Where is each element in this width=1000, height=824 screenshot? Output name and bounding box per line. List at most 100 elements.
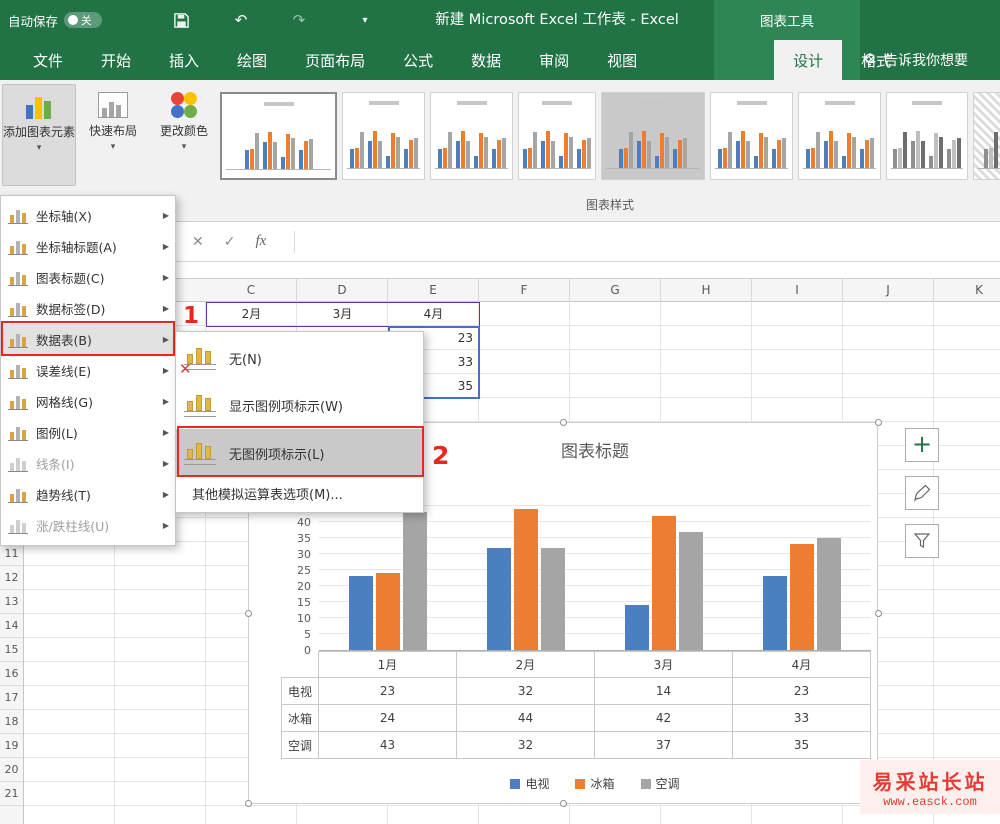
chart-handle-bottom-left[interactable] xyxy=(245,800,252,807)
submenu-item-more-data-table-options[interactable]: 其他模拟运算表选项(M)... xyxy=(176,477,423,509)
row-header-21[interactable]: 21 xyxy=(0,782,23,806)
menu-item-axis-titles[interactable]: 坐标轴标题(A) ▶ xyxy=(1,231,175,262)
menu-item-lines[interactable]: 线条(I) ▶ xyxy=(1,448,175,479)
chart-style-thumb-1[interactable] xyxy=(220,92,337,180)
quick-layout-label: 快速布局 xyxy=(88,124,137,138)
quick-layout-button[interactable]: 快速布局 ▾ xyxy=(78,84,148,186)
thumb-mini-bar xyxy=(637,141,641,168)
tab-home[interactable]: 开始 xyxy=(82,40,150,80)
submenu-item-no-legend-keys[interactable]: 无图例项标示(L) xyxy=(176,429,423,477)
menu-item-gridlines[interactable]: 网格线(G) ▶ xyxy=(1,386,175,417)
thumb-title-line xyxy=(638,101,668,105)
change-colors-button[interactable]: 更改颜色 ▾ xyxy=(152,84,216,186)
thumb-mini-bar xyxy=(864,140,869,168)
thumb-mini-bar xyxy=(665,137,669,168)
save-button[interactable] xyxy=(166,0,196,40)
thumb-mini-bar xyxy=(483,137,488,168)
tell-me[interactable]: 告诉我你想要 xyxy=(862,40,1000,80)
column-header-F[interactable]: F xyxy=(479,279,570,302)
chart-styles-button[interactable] xyxy=(905,476,939,510)
submenu-item-with-legend-keys[interactable]: 显示图例项标示(W) xyxy=(176,381,423,429)
column-header-C[interactable]: C xyxy=(206,279,297,302)
row-header-17[interactable]: 17 xyxy=(0,686,23,710)
chart-style-thumb-7[interactable] xyxy=(798,92,881,180)
chart-style-thumb-4[interactable] xyxy=(518,92,596,180)
tab-view[interactable]: 视图 xyxy=(588,40,656,80)
column-header-D[interactable]: D xyxy=(297,279,388,302)
menu-item-trendline[interactable]: 趋势线(T) ▶ xyxy=(1,479,175,510)
column-header-J[interactable]: J xyxy=(843,279,934,302)
quick-layout-icon xyxy=(98,92,128,118)
chart-elements-button[interactable]: + xyxy=(905,428,939,462)
menu-item-legend[interactable]: 图例(L) ▶ xyxy=(1,417,175,448)
row-header-20[interactable]: 20 xyxy=(0,758,23,782)
row-header-13[interactable]: 13 xyxy=(0,590,23,614)
formula-input[interactable] xyxy=(305,222,1000,261)
insert-function-icon[interactable]: fx xyxy=(255,233,266,250)
submenu-arrow-icon: ▶ xyxy=(162,490,169,499)
chart-style-thumb-8[interactable] xyxy=(886,92,968,180)
data-table-value: 23 xyxy=(733,678,871,705)
menu-item-axes[interactable]: 坐标轴(X) ▶ xyxy=(1,200,175,231)
annotation-step-2: 2 xyxy=(432,441,450,470)
menu-item-data-labels[interactable]: 数据标签(D) ▶ xyxy=(1,293,175,324)
chart-style-thumb-3[interactable] xyxy=(430,92,513,180)
undo-button[interactable]: ↶ xyxy=(226,0,256,40)
legend-item-空调[interactable]: 空调 xyxy=(640,775,680,792)
row-header-16[interactable]: 16 xyxy=(0,662,23,686)
menu-item-error-bars[interactable]: 误差线(E) ▶ xyxy=(1,355,175,386)
tab-page-layout[interactable]: 页面布局 xyxy=(286,40,384,80)
tab-review[interactable]: 审阅 xyxy=(520,40,588,80)
tab-file[interactable]: 文件 xyxy=(14,40,82,80)
thumb-mini-bar xyxy=(934,133,938,168)
add-chart-element-button[interactable]: 添加图表元素 ▾ xyxy=(2,84,76,186)
submenu-arrow-icon: ▶ xyxy=(162,273,169,282)
tab-insert[interactable]: 插入 xyxy=(150,40,218,80)
tab-data[interactable]: 数据 xyxy=(452,40,520,80)
legend-item-冰箱[interactable]: 冰箱 xyxy=(575,775,615,792)
plot-area xyxy=(319,505,871,651)
cancel-icon[interactable]: ✕ xyxy=(192,234,204,250)
bar-冰箱-3月 xyxy=(652,516,676,650)
submenu-item-none[interactable]: ✕ 无(N) xyxy=(176,335,423,381)
autosave-toggle[interactable]: 自动保存 关 xyxy=(8,0,103,40)
chart-style-thumb-2[interactable] xyxy=(342,92,425,180)
thumb-mini-bar xyxy=(285,134,290,169)
redo-button[interactable]: ↷ xyxy=(284,0,314,40)
row-header-12[interactable]: 12 xyxy=(0,566,23,590)
autosave-switch[interactable]: 关 xyxy=(64,12,103,28)
chart-style-thumb-6[interactable] xyxy=(710,92,793,180)
chart-handle-bottom-middle[interactable] xyxy=(560,800,567,807)
data-table-value: 44 xyxy=(457,705,595,732)
watermark: 易采站长站 www.easck.com xyxy=(860,760,1000,814)
row-header-19[interactable]: 19 xyxy=(0,734,23,758)
chart-handle-top-right[interactable] xyxy=(875,419,882,426)
quick-access-caret-icon[interactable]: ▾ xyxy=(350,0,380,40)
cell-month-2[interactable]: 3月 xyxy=(297,302,388,326)
chart-handle-middle-left[interactable] xyxy=(245,610,252,617)
cell-month-1[interactable]: 2月 xyxy=(206,302,297,326)
cell-month-3[interactable]: 4月 xyxy=(388,302,479,326)
row-header-14[interactable]: 14 xyxy=(0,614,23,638)
chart-filters-button[interactable] xyxy=(905,524,939,558)
column-header-G[interactable]: G xyxy=(570,279,661,302)
enter-icon[interactable]: ✓ xyxy=(224,234,236,250)
column-header-K[interactable]: K xyxy=(934,279,1000,302)
tab-design[interactable]: 设计 xyxy=(774,40,843,80)
chart-handle-top-middle[interactable] xyxy=(560,419,567,426)
chart-style-thumb-5[interactable] xyxy=(601,92,705,180)
menu-item-up-down-bars[interactable]: 涨/跌柱线(U) ▶ xyxy=(1,510,175,541)
column-header-H[interactable]: H xyxy=(661,279,752,302)
menu-item-data-table[interactable]: 数据表(B) ▶ xyxy=(1,324,175,355)
row-header-18[interactable]: 18 xyxy=(0,710,23,734)
row-header-15[interactable]: 15 xyxy=(0,638,23,662)
chart-handle-middle-right[interactable] xyxy=(875,610,882,617)
chart-style-thumb-9[interactable] xyxy=(973,92,1000,180)
column-header-E[interactable]: E xyxy=(388,279,479,302)
column-header-I[interactable]: I xyxy=(752,279,843,302)
menu-item-chart-title[interactable]: 图表标题(C) ▶ xyxy=(1,262,175,293)
legend-item-电视[interactable]: 电视 xyxy=(510,775,549,792)
tab-draw[interactable]: 绘图 xyxy=(218,40,286,80)
tab-formulas[interactable]: 公式 xyxy=(384,40,452,80)
thumb-mini-bar xyxy=(280,157,285,169)
